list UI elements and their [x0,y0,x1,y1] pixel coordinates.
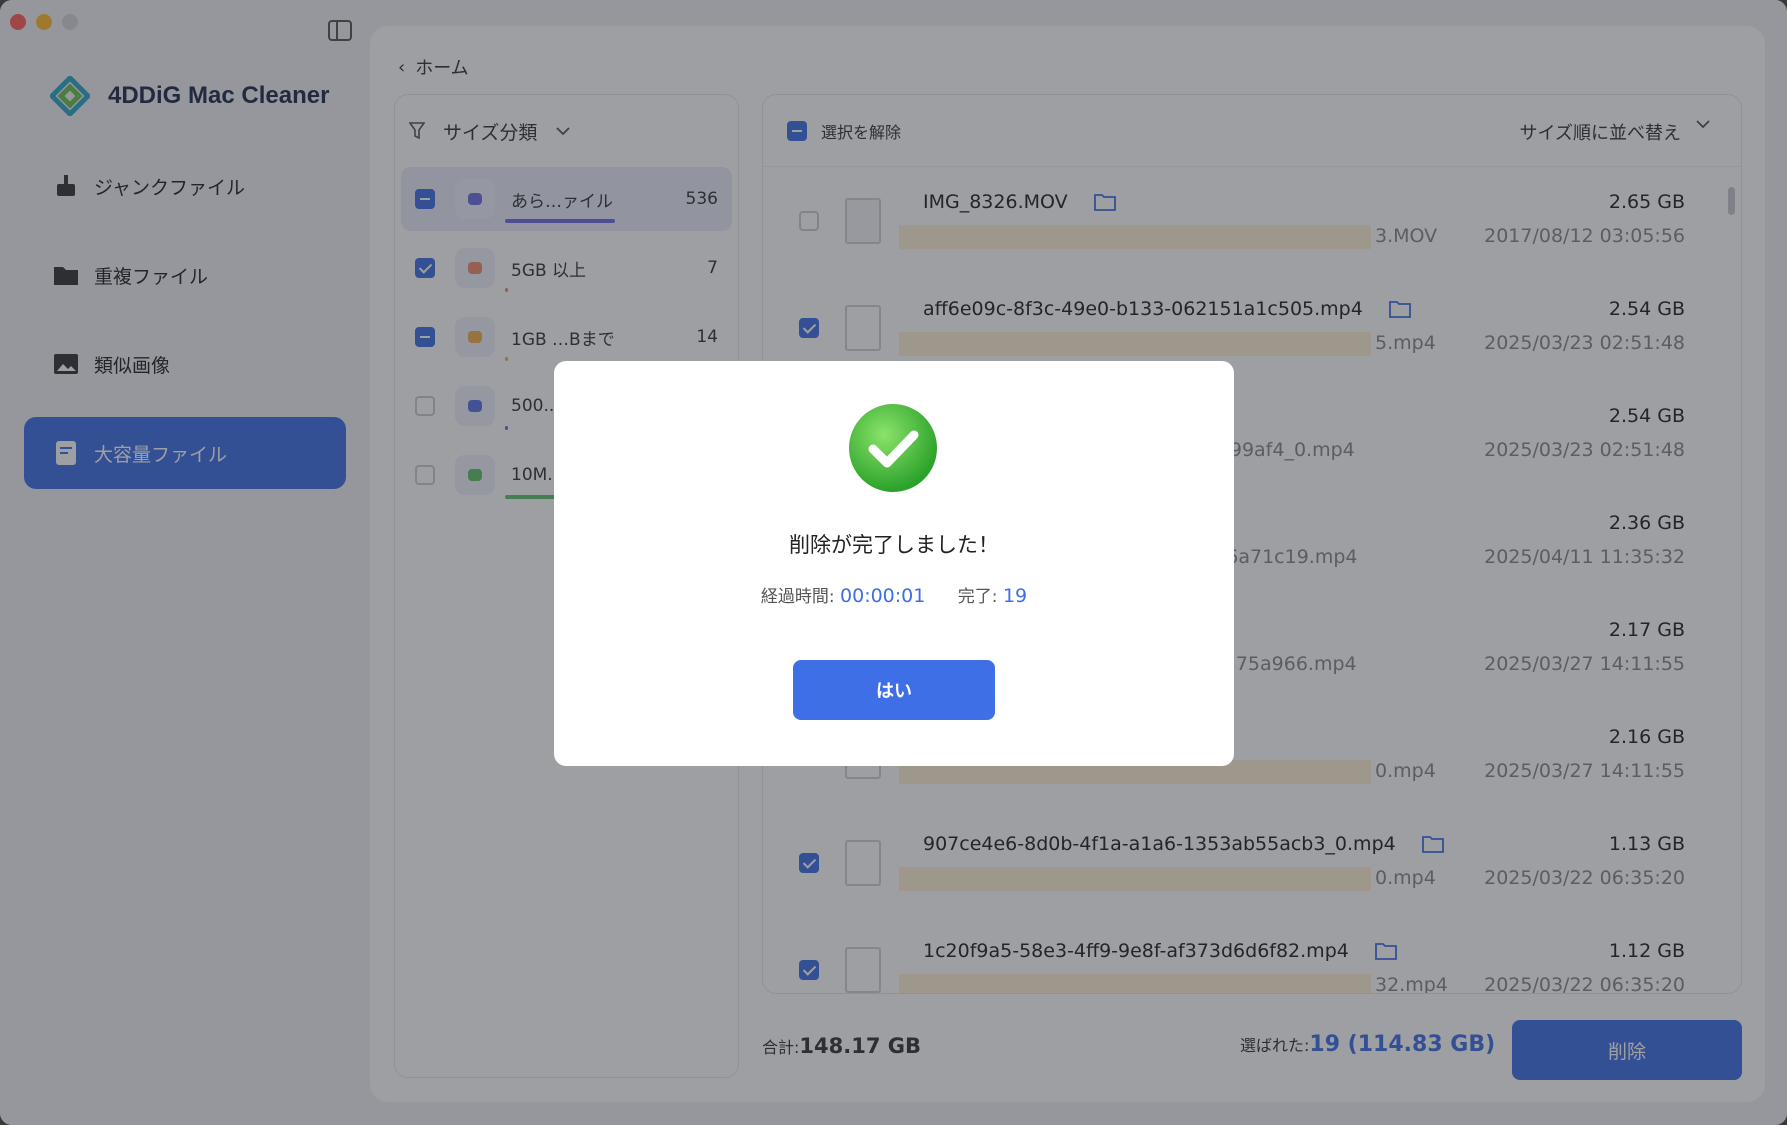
app-window: 4DDiG Mac Cleaner ジャンクファイル 重複ファイル 類似画像 大容量フ… [0,0,1787,1125]
elapsed-value: 00:00:01 [840,585,926,607]
completion-dialog: 削除が完了しました！ 経過時間: 00:00:01 完了: 19 はい [554,361,1234,766]
done-value: 19 [1002,585,1028,607]
elapsed-label: 経過時間: [760,587,835,607]
dialog-title: 削除が完了しました！ [789,533,999,557]
dialog-stats: 経過時間: 00:00:01 完了: 19 [554,582,1234,607]
ok-button[interactable]: はい [793,660,995,720]
success-check-icon [849,404,937,492]
done-label: 完了: [957,587,998,607]
